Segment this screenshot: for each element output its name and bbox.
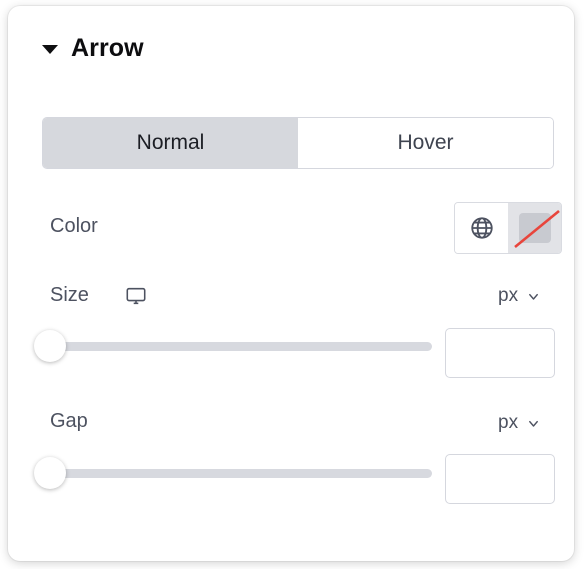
global-colors-button[interactable] (455, 203, 508, 253)
size-slider[interactable] (26, 330, 432, 362)
gap-slider[interactable] (26, 457, 432, 489)
gap-label: Gap (50, 410, 88, 432)
arrow-settings-panel: Arrow Normal Hover Color Size px Gap px (8, 6, 574, 561)
size-slider-handle[interactable] (34, 330, 66, 362)
chevron-down-icon (529, 420, 539, 427)
color-swatch-button[interactable] (508, 203, 561, 253)
gap-slider-handle[interactable] (34, 457, 66, 489)
color-label: Color (50, 215, 98, 237)
size-label: Size (50, 284, 89, 306)
gap-unit-selector[interactable]: px (498, 412, 541, 434)
size-input[interactable] (445, 328, 555, 378)
desktop-icon[interactable] (125, 285, 147, 312)
gap-unit-value: px (498, 412, 519, 433)
section-header-arrow[interactable]: Arrow (8, 6, 574, 90)
globe-icon (470, 217, 493, 239)
size-slider-track[interactable] (52, 342, 432, 351)
no-color-slash-icon (513, 209, 560, 249)
caret-down-icon (42, 44, 58, 54)
size-unit-selector[interactable]: px (498, 285, 541, 307)
tab-normal[interactable]: Normal (43, 118, 298, 168)
page-title: Arrow (71, 33, 144, 62)
gap-input[interactable] (445, 454, 555, 504)
gap-slider-track[interactable] (52, 469, 432, 478)
color-swatch-empty (513, 209, 560, 249)
chevron-down-icon (529, 293, 539, 300)
size-unit-value: px (498, 285, 519, 306)
tab-hover[interactable]: Hover (298, 118, 553, 168)
color-picker (454, 202, 562, 254)
state-tab-group: Normal Hover (42, 117, 554, 169)
